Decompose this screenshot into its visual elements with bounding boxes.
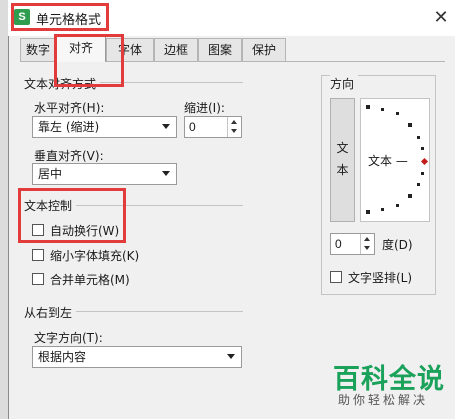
chevron-down-icon — [162, 124, 170, 129]
angle-marker — [381, 208, 384, 211]
tab-border[interactable]: 边框 — [154, 38, 198, 61]
vertical-orientation-button[interactable]: 文本 — [330, 98, 355, 222]
text-direction-select[interactable]: 根据内容 — [32, 346, 242, 368]
indent-spinner[interactable]: 0 — [184, 116, 242, 138]
angle-marker — [421, 172, 424, 175]
alignment-tab-highlight-box — [54, 34, 124, 87]
angle-marker — [396, 204, 399, 207]
text-direction-value: 根据内容 — [38, 350, 87, 364]
vertical-align-select[interactable]: 居中 — [32, 163, 177, 185]
tab-protection[interactable]: 保护 — [242, 38, 286, 61]
stacked-text-checkbox[interactable] — [330, 271, 342, 283]
indent-label: 缩进(I): — [184, 101, 225, 115]
orientation-dial[interactable]: 文本 — — [360, 98, 430, 222]
angle-marker — [417, 183, 420, 186]
spin-down-icon[interactable] — [361, 244, 374, 254]
vertical-align-label: 垂直对齐(V): — [34, 149, 104, 163]
degree-spinner[interactable]: 0 — [330, 233, 375, 255]
shrink-to-fit-checkbox[interactable] — [32, 249, 44, 261]
horizontal-align-value: 靠左 (缩进) — [38, 120, 100, 134]
text-control-highlight-box — [18, 188, 126, 243]
rtl-section-title: 从右到左 — [24, 304, 77, 321]
angle-marker — [396, 112, 399, 115]
degree-label: 度(D) — [382, 238, 413, 252]
orientation-title: 方向 — [330, 75, 359, 92]
angle-marker — [408, 123, 412, 127]
horizontal-align-label: 水平对齐(H): — [34, 101, 105, 115]
shrink-to-fit-label: 缩小字体填充(K) — [50, 249, 140, 263]
vertical-align-value: 居中 — [38, 167, 63, 181]
chevron-down-icon — [227, 354, 235, 359]
degree-value: 0 — [335, 237, 342, 251]
angle-marker — [417, 136, 420, 139]
angle-marker — [381, 108, 384, 111]
horizontal-align-select[interactable]: 靠左 (缩进) — [32, 116, 177, 138]
horizontal-orientation-text: 文本 — — [368, 154, 408, 168]
merge-cells-checkbox[interactable] — [32, 273, 44, 285]
tab-patterns[interactable]: 图案 — [198, 38, 242, 61]
indent-value: 0 — [189, 120, 196, 134]
title-highlight-box — [11, 3, 109, 31]
chevron-down-icon — [162, 171, 170, 176]
current-angle-marker — [420, 157, 429, 166]
vertical-orientation-text: 文本 — [336, 141, 349, 177]
angle-marker — [408, 194, 412, 198]
stacked-text-label: 文字竖排(L) — [348, 271, 413, 285]
spin-down-icon[interactable] — [228, 127, 241, 137]
angle-marker — [366, 105, 370, 109]
tab-number[interactable]: 数字 — [20, 38, 56, 61]
sheet-background — [0, 0, 8, 419]
angle-marker — [421, 147, 424, 150]
text-direction-label: 文字方向(T): — [34, 331, 103, 345]
angle-marker — [366, 210, 370, 214]
spin-up-icon[interactable] — [361, 234, 374, 244]
close-icon[interactable]: ✕ — [430, 6, 452, 28]
spin-up-icon[interactable] — [228, 117, 241, 127]
watermark-slogan: 助你轻松解决 — [338, 393, 429, 407]
merge-cells-label: 合并单元格(M) — [50, 273, 130, 287]
